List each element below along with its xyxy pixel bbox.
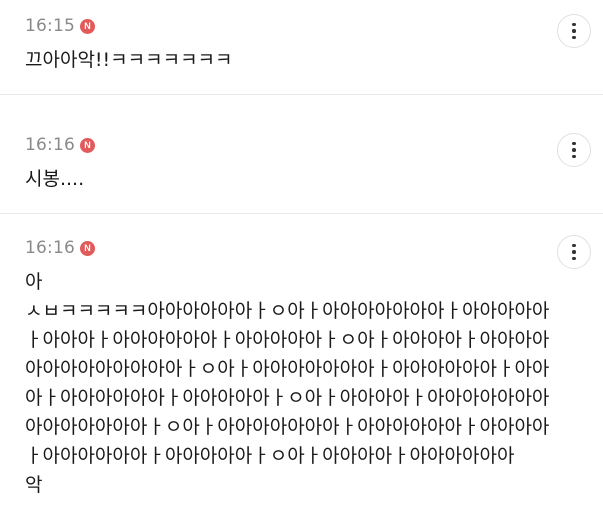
more-vertical-icon: [572, 22, 576, 40]
comment-timestamp: 16:15: [25, 16, 75, 36]
more-vertical-icon: [572, 243, 576, 261]
more-vertical-icon: [572, 141, 576, 159]
more-options-button[interactable]: [557, 133, 591, 167]
comment-timestamp: 16:16: [25, 135, 75, 155]
comment-meta: 16:15 N: [25, 16, 95, 36]
comment-text: 아 ㅅㅂㅋㅋㅋㅋㅋ아아아아아아ㅏㅇ아ㅏ아아아아아아아ㅏ아아아아아ㅏ아아아ㅏ아아아…: [25, 271, 550, 496]
new-badge: N: [80, 137, 95, 153]
comment-text: 끄아아악!!ㅋㅋㅋㅋㅋㅋㅋ: [25, 49, 233, 71]
new-badge: N: [80, 240, 95, 256]
comment-text: 시봉....: [25, 168, 85, 190]
comment-item: 16:15 N 끄아아악!!ㅋㅋㅋㅋㅋㅋㅋ: [0, 0, 603, 95]
new-badge: N: [80, 18, 95, 34]
comment-item: 16:16 N 시봉....: [0, 95, 603, 214]
more-options-button[interactable]: [557, 14, 591, 48]
more-options-button[interactable]: [557, 235, 591, 269]
comment-meta: 16:16 N: [25, 135, 95, 155]
comment-item: 16:16 N 아 ㅅㅂㅋㅋㅋㅋㅋ아아아아아아ㅏㅇ아ㅏ아아아아아아아ㅏ아아아아아…: [0, 214, 603, 513]
comment-timestamp: 16:16: [25, 238, 75, 258]
comment-meta: 16:16 N: [25, 238, 95, 258]
